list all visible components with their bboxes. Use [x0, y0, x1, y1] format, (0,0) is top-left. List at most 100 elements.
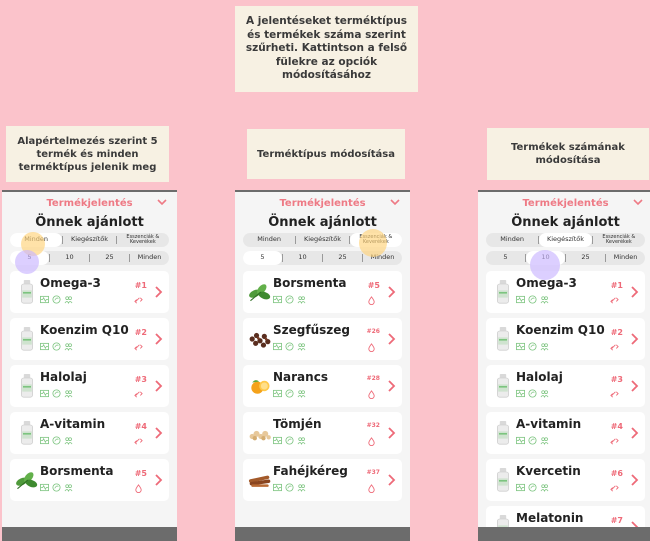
leaf-icon	[52, 483, 61, 492]
phone-count-change: Termékjelentés Önnek ajánlott Minden Kiegés…	[478, 190, 650, 541]
product-card[interactable]: Tömjén #32	[243, 412, 402, 454]
people-icon	[540, 437, 549, 445]
product-card[interactable]: Omega-3 #1	[486, 271, 645, 313]
chevron-right-icon[interactable]	[386, 285, 396, 299]
type-tab-2[interactable]: Esszenciák & Keverékek	[349, 233, 402, 247]
people-icon	[540, 390, 549, 398]
heart-monitor-icon	[40, 342, 49, 351]
chevron-right-icon[interactable]	[153, 332, 163, 346]
count-tab-2[interactable]: 25	[323, 251, 362, 265]
product-rank: #5	[134, 469, 147, 478]
section-title: Önnek ajánlott	[511, 215, 620, 230]
phone-type-change: Termékjelentés Önnek ajánlott Minden Kiegés…	[235, 190, 410, 541]
type-tab-1[interactable]: Kiegészítők	[539, 233, 592, 247]
leaf-icon	[528, 389, 537, 398]
type-tab-0[interactable]: Minden	[486, 233, 538, 247]
chevron-right-icon[interactable]	[153, 473, 163, 487]
benefit-icons	[516, 342, 549, 351]
leaf-icon	[285, 295, 294, 304]
chevron-right-icon[interactable]	[629, 379, 639, 393]
type-filter: Minden Kiegészítők Esszenciák & Keverékek	[486, 233, 645, 247]
chevron-right-icon[interactable]	[386, 426, 396, 440]
count-tab-0[interactable]: 5	[486, 251, 525, 265]
count-tab-2[interactable]: 25	[566, 251, 605, 265]
count-tab-3[interactable]: Minden	[363, 251, 402, 265]
type-tab-0[interactable]: Minden	[243, 233, 295, 247]
orange-icon	[247, 369, 273, 403]
chevron-right-icon[interactable]	[153, 285, 163, 299]
bottle-icon	[490, 322, 516, 356]
drop-icon	[368, 390, 375, 399]
bottle-icon	[490, 275, 516, 309]
count-change-note: Termékek számának módosítása	[487, 128, 649, 180]
product-card[interactable]: A-vitamin #4	[10, 412, 169, 454]
product-rank: #3	[134, 375, 147, 384]
report-header[interactable]: Termékjelentés	[2, 192, 177, 214]
link-icon	[610, 391, 619, 398]
chevron-right-icon[interactable]	[386, 473, 396, 487]
chevron-right-icon[interactable]	[386, 332, 396, 346]
product-card[interactable]: Kvercetin #6	[486, 459, 645, 501]
count-filter: 5 10 25 Minden	[243, 251, 402, 265]
count-tab-3[interactable]: Minden	[130, 251, 169, 265]
people-icon	[297, 343, 306, 351]
count-tab-1[interactable]: 10	[526, 251, 565, 265]
report-header[interactable]: Termékjelentés	[235, 192, 410, 214]
report-header[interactable]: Termékjelentés	[478, 192, 650, 214]
product-card[interactable]: Borsmenta #5	[243, 271, 402, 313]
product-card[interactable]: Szegfűszeg #26	[243, 318, 402, 360]
chevron-right-icon[interactable]	[153, 426, 163, 440]
leaf-icon	[528, 436, 537, 445]
type-tab-2[interactable]: Esszenciák & Keverékek	[117, 233, 169, 247]
heart-monitor-icon	[40, 389, 49, 398]
product-card[interactable]: Halolaj #3	[486, 365, 645, 407]
chevron-right-icon[interactable]	[386, 379, 396, 393]
link-icon	[610, 485, 619, 492]
count-tab-0[interactable]: 5	[10, 251, 49, 265]
product-card[interactable]: Halolaj #3	[10, 365, 169, 407]
link-icon	[134, 438, 143, 445]
link-icon	[610, 297, 619, 304]
product-rank: #5	[367, 281, 380, 290]
type-tab-1[interactable]: Kiegészítők	[296, 233, 348, 247]
chevron-right-icon[interactable]	[629, 426, 639, 440]
product-name: Koenzim Q10	[516, 323, 605, 337]
product-card[interactable]: Fahéjkéreg #37	[243, 459, 402, 501]
people-icon	[64, 343, 73, 351]
product-card[interactable]: Koenzim Q10 #2	[486, 318, 645, 360]
type-tab-1[interactable]: Kiegészítők	[63, 233, 115, 247]
bottle-icon	[14, 369, 40, 403]
product-list: Omega-3 #1 Koenzim Q10 #2 Halolaj #3 A-vitamin…	[2, 271, 177, 501]
leaf-icon	[285, 389, 294, 398]
count-tab-1[interactable]: 10	[50, 251, 89, 265]
product-card[interactable]: Narancs #28	[243, 365, 402, 407]
product-rank: #4	[610, 422, 623, 431]
product-name: Kvercetin	[516, 464, 581, 478]
chevron-down-icon[interactable]	[631, 195, 645, 209]
chevron-right-icon[interactable]	[153, 379, 163, 393]
chevron-right-icon[interactable]	[629, 332, 639, 346]
count-tab-2[interactable]: 25	[90, 251, 129, 265]
count-tab-0[interactable]: 5	[243, 251, 282, 265]
chevron-down-icon[interactable]	[388, 195, 402, 209]
type-tab-2[interactable]: Esszenciák & Keverékek	[593, 233, 645, 247]
frank-icon	[247, 416, 273, 450]
drop-icon	[368, 437, 375, 446]
chevron-down-icon[interactable]	[155, 195, 169, 209]
instruction-text: A jelentéseket terméktípus és termékek s…	[245, 14, 408, 82]
report-title: Termékjelentés	[46, 197, 133, 209]
product-card[interactable]: Borsmenta #5	[10, 459, 169, 501]
product-card[interactable]: Koenzim Q10 #2	[10, 318, 169, 360]
count-tab-3[interactable]: Minden	[606, 251, 645, 265]
type-change-note: Terméktípus módosítása	[247, 129, 405, 179]
benefit-icons	[273, 389, 306, 398]
count-filter: 5 10 25 Minden	[10, 251, 169, 265]
product-card[interactable]: Omega-3 #1	[10, 271, 169, 313]
benefit-icons	[273, 295, 306, 304]
drop-icon	[135, 484, 142, 493]
chevron-right-icon[interactable]	[629, 473, 639, 487]
type-tab-0[interactable]: Minden	[10, 233, 63, 247]
count-tab-1[interactable]: 10	[283, 251, 322, 265]
product-card[interactable]: A-vitamin #4	[486, 412, 645, 454]
chevron-right-icon[interactable]	[629, 285, 639, 299]
